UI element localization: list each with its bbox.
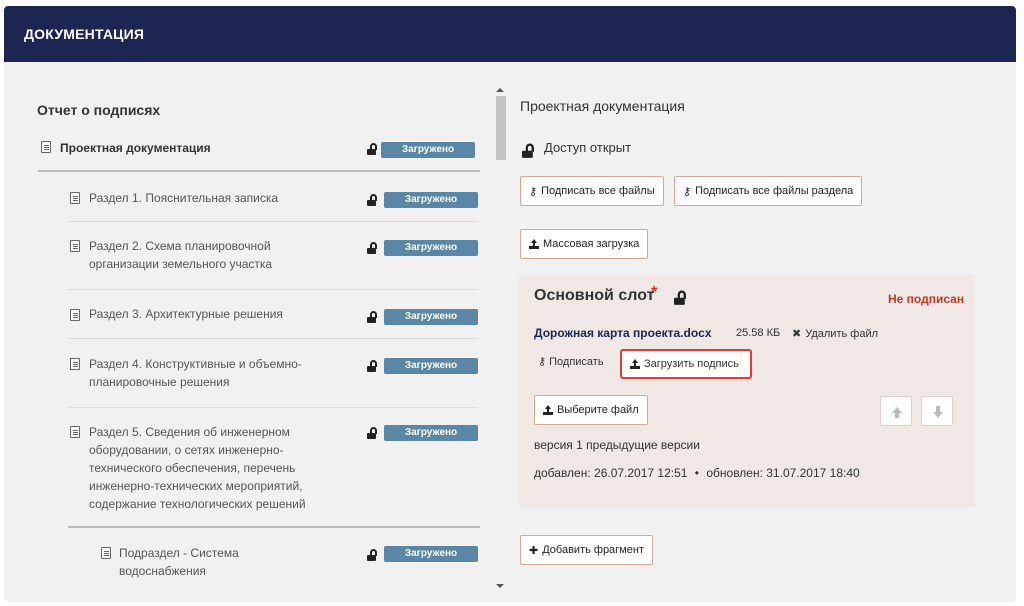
tree-item-label-line: Раздел 4. Конструктивные и объемно- — [89, 357, 302, 371]
tree-item-label: Раздел 1. Пояснительная записка — [89, 191, 279, 205]
divider — [68, 221, 478, 222]
updated-date: обновлен: 31.07.2017 18:40 — [706, 466, 860, 480]
page-title: ДОКУМЕНТАЦИЯ — [24, 26, 145, 42]
status-badge: Загружено — [384, 546, 478, 562]
status-badge: Загружено — [384, 309, 478, 325]
tree-item-label-line: содержание технологических решений — [89, 497, 306, 511]
document-icon — [70, 240, 80, 252]
plus-icon: ✚ — [529, 544, 539, 557]
choose-file-button[interactable]: Выберите файл — [534, 395, 648, 425]
delete-file-label: Удалить файл — [805, 328, 879, 340]
move-up-button[interactable] — [880, 396, 912, 426]
button-label: Выберите файл — [557, 404, 639, 416]
signature-report-title: Отчет о подписях — [37, 102, 161, 118]
sign-link[interactable]: ⚷ Подписать — [538, 355, 604, 368]
version-info: версия 1 предыдущие версии — [534, 438, 700, 452]
tree-item-label-line: водоснабжения — [119, 564, 206, 578]
unlock-icon[interactable] — [674, 290, 686, 305]
scroll-up-icon[interactable] — [496, 88, 504, 92]
previous-versions-link[interactable]: предыдущие версии — [586, 438, 700, 452]
divider — [68, 407, 478, 408]
file-size: 25.58 КБ — [736, 327, 781, 339]
required-marker: * — [651, 284, 658, 301]
tree-item-label-line: Раздел 2. Схема планировочной — [89, 239, 271, 253]
button-label: Добавить фрагмент — [542, 544, 644, 556]
document-icon — [70, 192, 80, 204]
unlock-icon — [522, 143, 534, 158]
close-icon: ✖ — [792, 328, 802, 340]
upload-icon — [529, 239, 539, 249]
unlock-icon — [367, 360, 377, 372]
button-label: Подписать все файлы — [541, 185, 655, 197]
tree-item-label: Раздел 3. Архитектурные решения — [89, 307, 283, 321]
unlock-icon — [367, 311, 377, 323]
added-date: добавлен: 26.07.2017 12:51 — [534, 466, 688, 480]
sign-status-badge: Не подписан — [888, 292, 965, 306]
status-badge: Загружено — [384, 192, 478, 208]
document-icon — [41, 141, 51, 153]
unlock-icon — [367, 194, 377, 206]
unlock-icon — [367, 427, 377, 439]
slot-title: Основной слот — [534, 287, 655, 304]
arrow-down-icon — [933, 412, 943, 418]
tree-item-label-line: Раздел 5. Сведения об инженерном — [89, 425, 290, 439]
unlock-icon — [367, 143, 377, 155]
tree-item-label-line: оборудовании, о сетях инженерно- — [89, 443, 284, 457]
tree-item-label-line: Подраздел - Система — [119, 546, 239, 560]
access-status: Доступ открыт — [544, 140, 632, 155]
unlock-icon — [367, 549, 377, 561]
file-dates: добавлен: 26.07.2017 12:51 • обновлен: 3… — [534, 466, 860, 480]
status-badge: Загружено — [381, 142, 475, 158]
sign-label: Подписать — [549, 356, 604, 368]
key-icon: ⚷ — [538, 356, 547, 368]
scrollbar-thumb[interactable] — [496, 96, 506, 160]
tree-item-label-line: технического обеспечения, перечень — [89, 461, 296, 475]
key-icon: ⚷ — [683, 185, 692, 198]
section-title: Проектная документация — [520, 98, 685, 114]
divider — [68, 289, 478, 290]
button-label: Загрузить подпись — [644, 358, 739, 370]
add-fragment-button[interactable]: ✚ Добавить фрагмент — [520, 535, 653, 565]
document-icon — [70, 309, 80, 321]
tree-item-label-line: организации земельного участка — [89, 257, 273, 271]
upload-signature-button[interactable]: Загрузить подпись — [620, 349, 752, 379]
status-badge: Загружено — [384, 425, 478, 441]
document-icon — [101, 547, 111, 559]
header-bar: ДОКУМЕНТАЦИЯ — [4, 6, 1016, 62]
scroll-down-icon[interactable] — [496, 584, 504, 588]
file-name-link[interactable]: Дорожная карта проекта.docx — [534, 326, 712, 340]
button-label: Подписать все файлы раздела — [695, 185, 854, 197]
move-down-button[interactable] — [921, 396, 953, 426]
tree-item-label-line: планировочные решения — [89, 375, 230, 389]
version-label: версия 1 — [534, 438, 583, 452]
upload-icon — [630, 359, 640, 369]
sign-all-files-button[interactable]: ⚷ Подписать все файлы — [520, 176, 664, 206]
status-badge: Загружено — [384, 240, 478, 256]
upload-icon — [543, 405, 553, 415]
date-separator: • — [694, 466, 699, 480]
sign-section-files-button[interactable]: ⚷ Подписать все файлы раздела — [674, 176, 863, 206]
divider — [38, 170, 480, 172]
bulk-upload-button[interactable]: Массовая загрузка — [520, 229, 649, 259]
divider — [68, 526, 480, 528]
tree-item-label: Проектная документация — [60, 141, 211, 155]
document-icon — [70, 426, 80, 438]
delete-file-link[interactable]: ✖ Удалить файл — [792, 327, 878, 340]
divider — [68, 338, 478, 339]
unlock-icon — [367, 242, 377, 254]
status-badge: Загружено — [384, 358, 478, 374]
tree-item-label-line: инженерно-технических мероприятий, — [89, 479, 303, 493]
document-icon — [70, 358, 80, 370]
key-icon: ⚷ — [529, 185, 538, 198]
button-label: Массовая загрузка — [543, 238, 640, 250]
